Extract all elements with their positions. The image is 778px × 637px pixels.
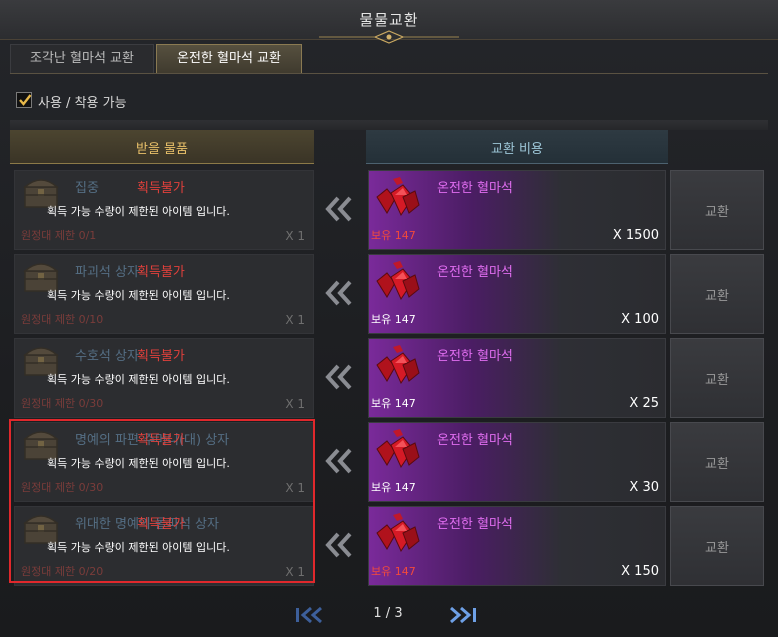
cost-item-slot[interactable]: 온전한 혈마석 보유 147 X 100 bbox=[368, 254, 666, 334]
owned-amount: 보유 147 bbox=[371, 229, 416, 242]
receive-column-label: 받을 물품 bbox=[136, 142, 188, 157]
unavailable-label: 획득불가 bbox=[137, 517, 185, 532]
cost-price: X 100 bbox=[621, 312, 659, 327]
limit-message: 획득 가능 수량이 제한된 아이템 입니다. bbox=[47, 205, 230, 218]
reward-item-name: 파괴석 상자 bbox=[75, 265, 139, 280]
exchange-row: 집중 획득불가 획득 가능 수량이 제한된 아이템 입니다. 원정대 제한 0/… bbox=[0, 170, 778, 250]
cost-item-slot[interactable]: 온전한 혈마석 보유 147 X 25 bbox=[368, 338, 666, 418]
cost-item-name: 온전한 혈마석 bbox=[437, 349, 513, 364]
cost-column-header: 교환 비용 bbox=[366, 130, 668, 164]
unavailable-label: 획득불가 bbox=[137, 433, 185, 448]
cost-item-name: 온전한 혈마석 bbox=[437, 517, 513, 532]
unavailable-label: 획득불가 bbox=[137, 181, 185, 196]
cost-price: X 25 bbox=[629, 396, 659, 411]
titlebar: 물물교환 bbox=[0, 0, 778, 44]
limit-count: 원정대 제한 0/30 bbox=[21, 397, 104, 410]
double-chevron-left-icon bbox=[325, 280, 352, 306]
header-separator bbox=[10, 120, 768, 130]
cost-item-slot[interactable]: 온전한 혈마석 보유 147 X 1500 bbox=[368, 170, 666, 250]
limit-count: 원정대 제한 0/10 bbox=[21, 313, 104, 326]
ornament-icon bbox=[319, 30, 459, 44]
limit-message: 획득 가능 수량이 제한된 아이템 입니다. bbox=[47, 457, 230, 470]
owned-amount: 보유 147 bbox=[371, 481, 416, 494]
window-title: 물물교환 bbox=[359, 11, 419, 29]
reward-item-name: 수호석 상자 bbox=[75, 349, 139, 364]
double-chevron-left-icon bbox=[325, 196, 352, 222]
reward-quantity: X 1 bbox=[285, 481, 305, 495]
reward-item-name: 집중 bbox=[75, 181, 99, 196]
reward-quantity: X 1 bbox=[285, 565, 305, 579]
barter-window: 물물교환 조각난 혈마석 교환 온전한 혈마석 교환 사용 / 착용 가능 받을… bbox=[0, 0, 778, 637]
double-chevron-left-icon bbox=[325, 364, 352, 390]
exchange-button[interactable]: 교환 bbox=[670, 170, 764, 250]
blood-stone-gem-icon bbox=[376, 513, 420, 553]
reward-item-slot[interactable]: 수호석 상자 획득불가 획득 가능 수량이 제한된 아이템 입니다. 원정대 제… bbox=[14, 338, 314, 418]
limit-message: 획득 가능 수량이 제한된 아이템 입니다. bbox=[47, 541, 230, 554]
first-page-icon[interactable] bbox=[294, 606, 326, 624]
exchange-button[interactable]: 교환 bbox=[670, 254, 764, 334]
receive-column-header: 받을 물품 bbox=[10, 130, 314, 164]
blood-stone-gem-icon bbox=[376, 429, 420, 469]
limit-message: 획득 가능 수량이 제한된 아이템 입니다. bbox=[47, 373, 230, 386]
reward-quantity: X 1 bbox=[285, 313, 305, 327]
checkmark-icon bbox=[19, 94, 32, 106]
exchange-button[interactable]: 교환 bbox=[670, 422, 764, 502]
cost-price: X 1500 bbox=[612, 228, 659, 243]
page-indicator: 1 / 3 bbox=[373, 606, 403, 621]
cost-price: X 150 bbox=[621, 564, 659, 579]
unavailable-label: 획득불가 bbox=[137, 265, 185, 280]
reward-item-slot[interactable]: 집중 획득불가 획득 가능 수량이 제한된 아이템 입니다. 원정대 제한 0/… bbox=[14, 170, 314, 250]
exchange-row: 위대한 명예의 돌파석 상자 획득불가 획득 가능 수량이 제한된 아이템 입니… bbox=[0, 506, 778, 586]
cost-item-name: 온전한 혈마석 bbox=[437, 181, 513, 196]
blood-stone-gem-icon bbox=[376, 177, 420, 217]
pagination: 1 / 3 bbox=[0, 600, 778, 630]
double-chevron-left-icon bbox=[325, 532, 352, 558]
owned-amount: 보유 147 bbox=[371, 565, 416, 578]
owned-amount: 보유 147 bbox=[371, 313, 416, 326]
limit-count: 원정대 제한 0/30 bbox=[21, 481, 104, 494]
exchange-row: 명예의 파편 주머니(대) 상자 획득불가 획득 가능 수량이 제한된 아이템 … bbox=[0, 422, 778, 502]
reward-item-slot[interactable]: 파괴석 상자 획득불가 획득 가능 수량이 제한된 아이템 입니다. 원정대 제… bbox=[14, 254, 314, 334]
usable-checkbox[interactable] bbox=[16, 92, 32, 108]
unavailable-label: 획득불가 bbox=[137, 349, 185, 364]
limit-count: 원정대 제한 0/1 bbox=[21, 229, 97, 242]
exchange-button[interactable]: 교환 bbox=[670, 506, 764, 586]
tab-whole-bloodstone[interactable]: 온전한 혈마석 교환 bbox=[156, 44, 302, 74]
cost-column-label: 교환 비용 bbox=[491, 142, 543, 157]
double-chevron-left-icon bbox=[325, 448, 352, 474]
reward-item-slot[interactable]: 명예의 파편 주머니(대) 상자 획득불가 획득 가능 수량이 제한된 아이템 … bbox=[14, 422, 314, 502]
reward-quantity: X 1 bbox=[285, 229, 305, 243]
exchange-row: 수호석 상자 획득불가 획득 가능 수량이 제한된 아이템 입니다. 원정대 제… bbox=[0, 338, 778, 418]
cost-price: X 30 bbox=[629, 480, 659, 495]
exchange-button[interactable]: 교환 bbox=[670, 338, 764, 418]
tab-fragment-bloodstone[interactable]: 조각난 혈마석 교환 bbox=[10, 44, 154, 74]
cost-item-slot[interactable]: 온전한 혈마석 보유 147 X 30 bbox=[368, 422, 666, 502]
limit-count: 원정대 제한 0/20 bbox=[21, 565, 104, 578]
last-page-icon[interactable] bbox=[446, 606, 478, 624]
reward-quantity: X 1 bbox=[285, 397, 305, 411]
cost-item-slot[interactable]: 온전한 혈마석 보유 147 X 150 bbox=[368, 506, 666, 586]
tab-underline bbox=[10, 73, 768, 74]
reward-item-slot[interactable]: 위대한 명예의 돌파석 상자 획득불가 획득 가능 수량이 제한된 아이템 입니… bbox=[14, 506, 314, 586]
cost-item-name: 온전한 혈마석 bbox=[437, 265, 513, 280]
limit-message: 획득 가능 수량이 제한된 아이템 입니다. bbox=[47, 289, 230, 302]
blood-stone-gem-icon bbox=[376, 345, 420, 385]
cost-item-name: 온전한 혈마석 bbox=[437, 433, 513, 448]
usable-filter-label: 사용 / 착용 가능 bbox=[38, 96, 127, 111]
owned-amount: 보유 147 bbox=[371, 397, 416, 410]
exchange-row: 파괴석 상자 획득불가 획득 가능 수량이 제한된 아이템 입니다. 원정대 제… bbox=[0, 254, 778, 334]
blood-stone-gem-icon bbox=[376, 261, 420, 301]
